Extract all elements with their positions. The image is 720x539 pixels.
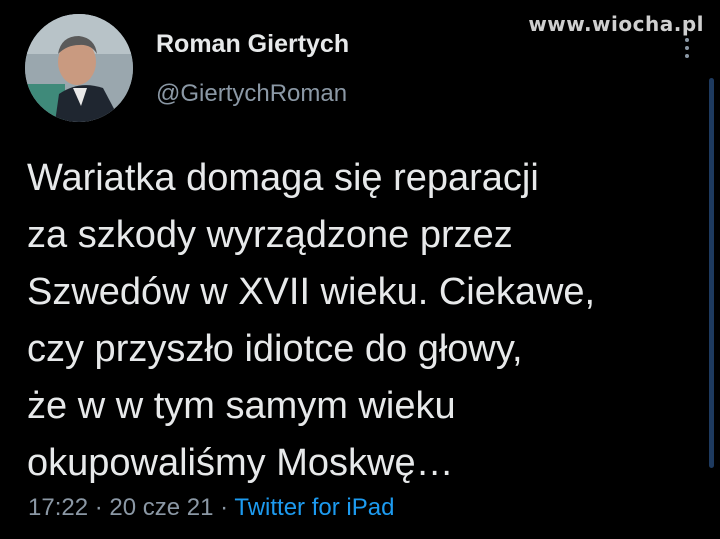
- tweet-line: okupowaliśmy Moskwę…: [27, 442, 454, 484]
- author-display-name[interactable]: Roman Giertych: [156, 30, 349, 59]
- scrollbar[interactable]: [709, 78, 714, 468]
- tweet-date[interactable]: 20 cze 21: [109, 494, 213, 521]
- tweet-line: Szwedów w XVII wieku. Ciekawe,: [27, 271, 596, 313]
- profile-photo-icon: [25, 14, 133, 122]
- tweet-line: za szkody wyrządzone przez: [27, 214, 513, 256]
- tweet-line: czy przyszło idiotce do głowy,: [27, 328, 523, 370]
- meta-separator: ·: [213, 494, 235, 521]
- author-handle[interactable]: @GiertychRoman: [156, 80, 347, 108]
- tweet-line: Wariatka domaga się reparacji: [27, 157, 539, 199]
- tweet-time[interactable]: 17:22: [28, 494, 88, 521]
- tweet-source-link[interactable]: Twitter for iPad: [234, 494, 394, 521]
- tweet-text: Wariatka domaga się reparacji za szkody …: [27, 150, 697, 492]
- meta-separator: ·: [88, 494, 110, 521]
- tweet-line: że w w tym samym wieku: [27, 385, 456, 427]
- watermark: www.wiocha.pl: [528, 12, 704, 36]
- avatar[interactable]: [25, 14, 133, 122]
- tweet-meta: 17:22 · 20 cze 21 · Twitter for iPad: [28, 494, 394, 522]
- more-options-icon[interactable]: [684, 38, 690, 58]
